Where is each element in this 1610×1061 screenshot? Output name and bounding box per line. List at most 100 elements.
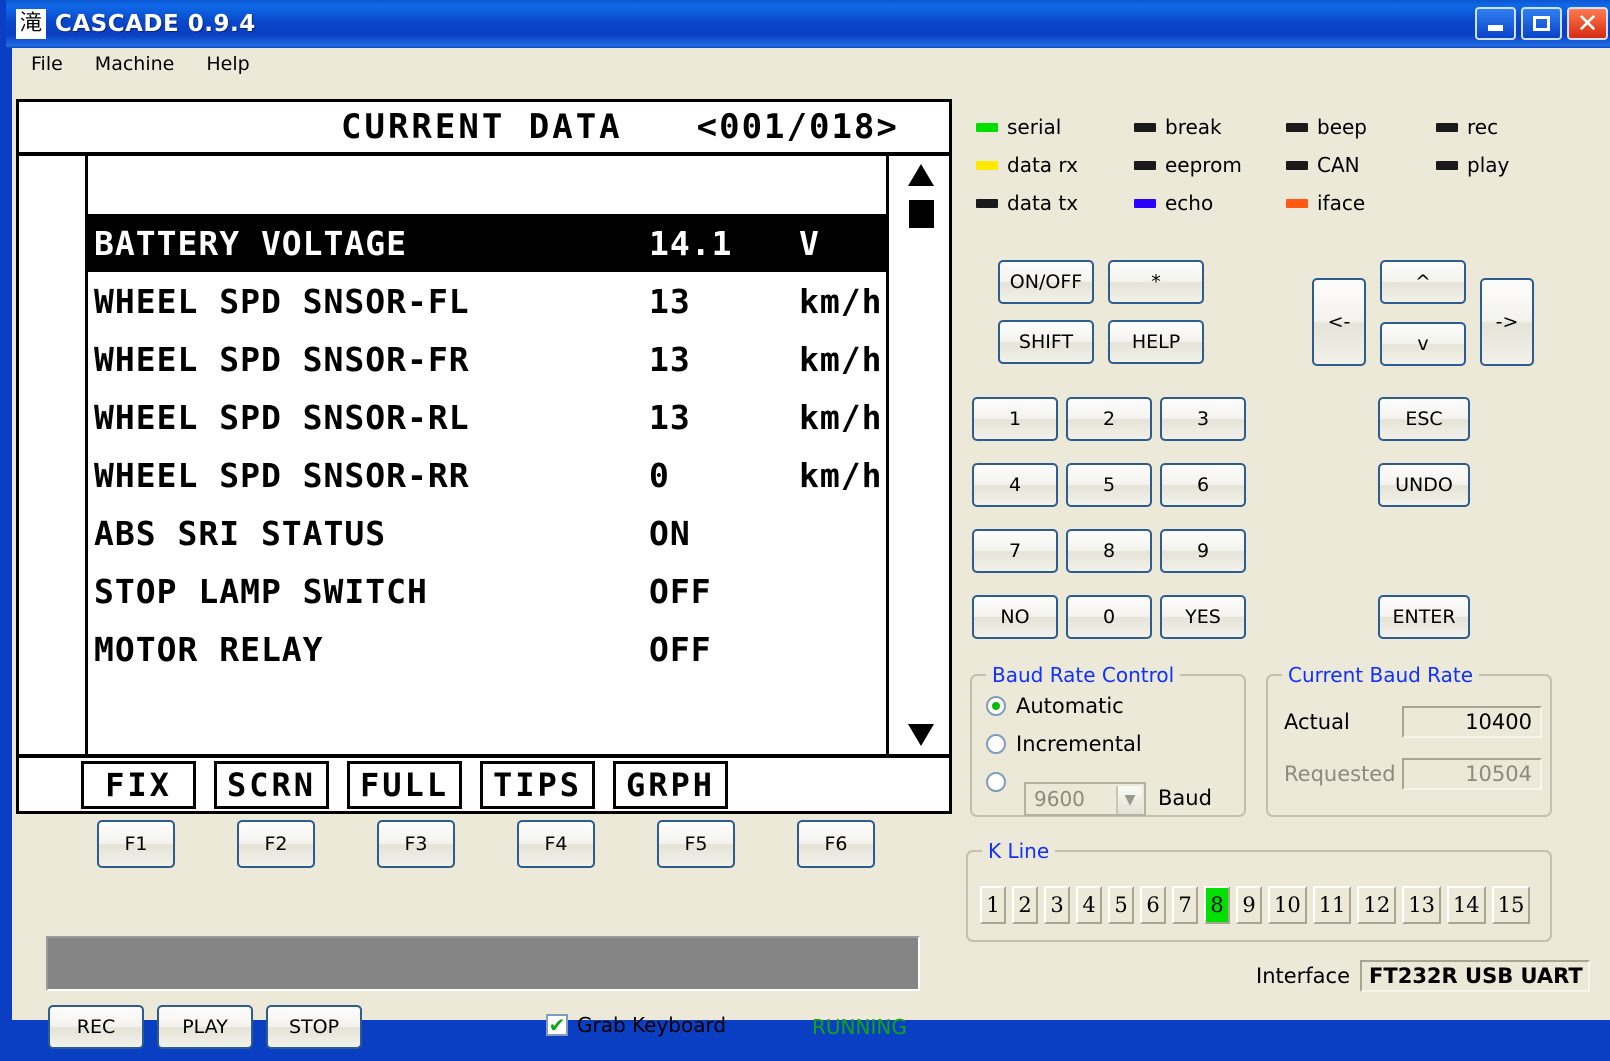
soft-label-full[interactable]: FULL [347,760,462,809]
lcd-row-unit: km/h [799,455,883,495]
f3-button[interactable]: F3 [377,820,455,868]
grab-keyboard-checkbox[interactable]: ✔ Grab Keyboard [546,1013,726,1037]
interface-value-field: FT232R USB UART [1360,960,1591,992]
k-line-box-5[interactable]: 5 [1108,886,1134,924]
key-4[interactable]: 4 [972,463,1058,507]
led-play: play [1436,146,1509,184]
lcd-row[interactable]: WHEEL SPD SNSOR-RR 0 km/h [88,446,886,504]
f1-button[interactable]: F1 [97,820,175,868]
right-arrow-button[interactable]: -> [1480,278,1534,366]
soft-label-scrn[interactable]: SCRN [214,760,329,809]
key-0[interactable]: 0 [1066,595,1152,639]
stop-button[interactable]: STOP [266,1005,362,1049]
lcd-row[interactable]: BATTERY VOLTAGE 14.1 V [88,214,886,272]
k-line-box-15[interactable]: 15 [1491,886,1531,924]
shift-button-x[interactable]: SHIFT [998,320,1094,364]
star-button[interactable]: * [1108,260,1204,304]
lcd-row-value: OFF [649,571,712,611]
k-line-box-2[interactable]: 2 [1012,886,1038,924]
menu-item-help[interactable]: Help [193,50,262,78]
chevron-down-icon[interactable]: ▼ [1116,786,1142,814]
beep-led-icon [1286,122,1308,132]
lcd-row[interactable]: WHEEL SPD SNSOR-FR 13 km/h [88,330,886,388]
close-button[interactable]: ✕ [1567,7,1608,40]
radio-automatic-dot[interactable] [986,696,1006,716]
k-line-boxes: 1 2 3 4 5 6 7 8 9 10 11 12 13 14 15 [980,886,1531,924]
k-line-box-4[interactable]: 4 [1076,886,1102,924]
k-line-box-13[interactable]: 13 [1402,886,1441,924]
minimize-button[interactable] [1475,7,1516,40]
lcd-display[interactable]: CURRENT DATA <001/018> BATTERY VOLTAGE 1… [16,99,952,814]
f4-button[interactable]: F4 [517,820,595,868]
radio-manual-dot[interactable] [986,772,1006,792]
key-6[interactable]: 6 [1160,463,1246,507]
k-line-box-7[interactable]: 7 [1172,886,1198,924]
f5-button[interactable]: F5 [657,820,735,868]
undo-button[interactable]: UNDO [1378,463,1470,507]
radio-incremental[interactable]: Incremental [986,732,1142,756]
esc-button[interactable]: ESC [1378,397,1470,441]
maximize-button[interactable] [1521,7,1562,40]
key-7[interactable]: 7 [972,529,1058,573]
lcd-row-column: BATTERY VOLTAGE 14.1 V WHEEL SPD SNSOR-F… [85,156,889,756]
lcd-row[interactable]: WHEEL SPD SNSOR-RL 13 km/h [88,388,886,446]
lcd-row[interactable]: ABS SRI STATUS ON [88,504,886,562]
status-badge: RUNNING [812,1015,907,1039]
menu-item-file[interactable]: File [18,50,76,78]
no-button[interactable]: NO [972,595,1058,639]
onoff-button[interactable]: ON/OFF [998,260,1094,304]
led-label: beep [1317,115,1367,139]
led-column-1: serial data rx data tx [976,108,1078,222]
down-arrow-button[interactable]: v [1380,322,1466,366]
rec-button[interactable]: REC [48,1005,144,1049]
key-5[interactable]: 5 [1066,463,1152,507]
k-line-box-14[interactable]: 14 [1446,886,1486,924]
lcd-scrollbar[interactable] [899,164,943,750]
soft-label-fix[interactable]: FIX [81,760,196,809]
soft-label-tips[interactable]: TIPS [480,760,595,809]
window-title: CASCADE 0.9.4 [55,11,256,37]
radio-automatic[interactable]: Automatic [986,694,1124,718]
lcd-row[interactable]: STOP LAMP SWITCH OFF [88,562,886,620]
enter-button[interactable]: ENTER [1378,595,1470,639]
led-label: rec [1467,115,1499,139]
k-line-box-10[interactable]: 10 [1268,886,1307,924]
k-line-box-1[interactable]: 1 [980,886,1006,924]
yes-button[interactable]: YES [1160,595,1246,639]
baud-rate-select[interactable]: 9600 ▼ [1024,782,1146,816]
check-icon: ✔ [548,1013,566,1037]
lcd-row-name: STOP LAMP SWITCH [94,571,428,611]
k-line-box-8[interactable]: 8 [1204,886,1230,924]
k-line-box-12[interactable]: 12 [1357,886,1397,924]
k-line-box-9[interactable]: 9 [1236,886,1262,924]
help-button[interactable]: HELP [1108,320,1204,364]
radio-manual[interactable] [986,772,1006,792]
up-arrow-button[interactable]: ^ [1380,260,1466,304]
key-3[interactable]: 3 [1160,397,1246,441]
key-1[interactable]: 1 [972,397,1058,441]
play-button[interactable]: PLAY [157,1005,253,1049]
lcd-row-unit: km/h [799,397,883,437]
k-line-box-3[interactable]: 3 [1044,886,1070,924]
lcd-row-unit: km/h [799,339,883,379]
soft-label-grph[interactable]: GRPH [613,760,728,809]
f6-button[interactable]: F6 [797,820,875,868]
left-arrow-button[interactable]: <- [1312,278,1366,366]
k-line-box-11[interactable]: 11 [1312,886,1352,924]
scroll-down-arrow-icon[interactable] [908,724,934,746]
lcd-blank-row [88,156,886,214]
scrollbar-thumb[interactable] [908,200,934,228]
key-2[interactable]: 2 [1066,397,1152,441]
lcd-row[interactable]: MOTOR RELAY OFF [88,620,886,678]
checkbox-box[interactable]: ✔ [546,1014,568,1036]
menu-item-machine[interactable]: Machine [82,50,188,78]
k-line-box-6[interactable]: 6 [1140,886,1166,924]
key-9[interactable]: 9 [1160,529,1246,573]
scroll-up-arrow-icon[interactable] [908,164,934,186]
capture-progress-bar[interactable] [46,936,920,991]
f2-button[interactable]: F2 [237,820,315,868]
lcd-row-name: BATTERY VOLTAGE [94,223,408,263]
key-8[interactable]: 8 [1066,529,1152,573]
radio-incremental-dot[interactable] [986,734,1006,754]
lcd-row[interactable]: WHEEL SPD SNSOR-FL 13 km/h [88,272,886,330]
